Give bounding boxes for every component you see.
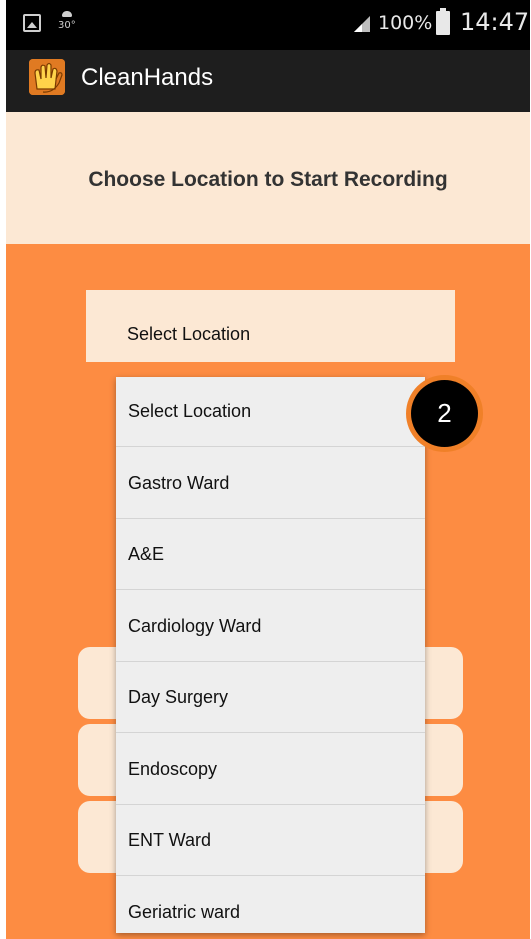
dropdown-option[interactable]: Cardiology Ward xyxy=(116,592,425,662)
location-dropdown-list: Select Location Gastro Ward A&E Cardiolo… xyxy=(116,377,425,933)
app-screen: 30° 100% 14:47 CleanHands Choose Locatio… xyxy=(6,0,530,939)
header-panel: Choose Location to Start Recording xyxy=(6,112,530,244)
app-title: CleanHands xyxy=(81,64,214,91)
battery-icon xyxy=(436,8,450,35)
dropdown-option[interactable]: Day Surgery xyxy=(116,663,425,733)
gallery-icon xyxy=(23,14,41,32)
status-bar: 30° 100% 14:47 xyxy=(6,0,530,50)
clapping-hands-icon[interactable] xyxy=(29,59,65,95)
spinner-selected-value: Select Location xyxy=(127,324,251,344)
dropdown-option[interactable]: Geriatric ward xyxy=(116,878,425,933)
step-badge: 2 xyxy=(406,375,483,452)
battery-percent: 100% xyxy=(378,12,433,34)
page-title: Choose Location to Start Recording xyxy=(88,168,448,191)
dropdown-option[interactable]: A&E xyxy=(116,520,425,590)
dropdown-option[interactable]: ENT Ward xyxy=(116,806,425,876)
dropdown-option[interactable]: Select Location xyxy=(116,377,425,447)
weather-icon: 30° xyxy=(58,10,82,34)
signal-icon xyxy=(352,14,372,34)
weather-temp: 30° xyxy=(58,20,76,31)
step-number: 2 xyxy=(411,380,478,447)
app-bar: CleanHands xyxy=(6,50,530,112)
location-spinner[interactable]: Select Location xyxy=(86,290,455,362)
clock: 14:47 xyxy=(460,8,530,36)
dropdown-option[interactable]: Gastro Ward xyxy=(116,449,425,519)
dropdown-option[interactable]: Endoscopy xyxy=(116,735,425,805)
